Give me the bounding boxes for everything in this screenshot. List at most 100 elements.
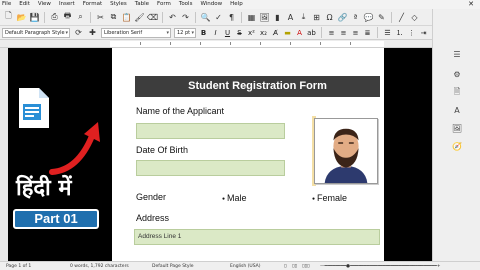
- insert-textbox-icon[interactable]: A: [285, 12, 296, 23]
- language: English (USA): [230, 264, 261, 269]
- spelling-icon[interactable]: ✓: [213, 12, 224, 23]
- new-style-icon[interactable]: ✚: [87, 27, 98, 38]
- ruler-tick: [350, 42, 351, 45]
- ordered-list-icon[interactable]: ⒈: [395, 28, 404, 38]
- female-label: Female: [317, 193, 348, 203]
- clear-formatting-icon[interactable]: ⌫: [147, 12, 158, 23]
- font-size-select[interactable]: 12 pt ▾: [174, 27, 196, 38]
- radio-button-icon: ●: [312, 195, 316, 202]
- sidebar-deck: ☰ ⚙ 🗎 A 🖼 🧭: [432, 9, 480, 261]
- menu-edit[interactable]: Edit: [19, 0, 30, 9]
- italic-icon[interactable]: I: [211, 29, 220, 37]
- applicant-photo[interactable]: [314, 118, 378, 184]
- page-style: Default Page Style: [152, 264, 194, 269]
- insert-table-icon[interactable]: ▦: [246, 12, 257, 23]
- sidebar-menu-icon[interactable]: ☰: [451, 49, 463, 60]
- menu-help[interactable]: Help: [230, 0, 243, 9]
- styles-icon[interactable]: A: [451, 105, 463, 116]
- save-icon[interactable]: 💾: [29, 12, 40, 23]
- outline-icon[interactable]: ⋮: [407, 29, 416, 37]
- character-highlight-icon[interactable]: ab: [307, 29, 316, 37]
- vertical-ruler[interactable]: [0, 48, 8, 261]
- red-arrow-icon: [49, 122, 100, 175]
- highlight-icon[interactable]: ▬: [283, 29, 292, 37]
- special-character-icon[interactable]: Ω: [324, 12, 335, 23]
- comment-icon[interactable]: 💬: [363, 12, 374, 23]
- view-layout-icon[interactable]: ▯▯: [292, 264, 297, 269]
- view-layout-icon[interactable]: ▯: [284, 264, 286, 269]
- paste-icon[interactable]: 📋: [121, 12, 132, 23]
- redo-icon[interactable]: ↷: [180, 12, 191, 23]
- undo-icon[interactable]: ↶: [167, 12, 178, 23]
- track-changes-icon[interactable]: ✎: [376, 12, 387, 23]
- clone-formatting-icon[interactable]: 🖌: [134, 12, 145, 23]
- cut-icon[interactable]: ✂: [95, 12, 106, 23]
- footnote-icon[interactable]: ª: [350, 12, 361, 23]
- strikethrough-icon[interactable]: S: [235, 29, 244, 37]
- print-icon[interactable]: 🖶: [62, 11, 73, 23]
- align-right-icon[interactable]: ≡: [351, 29, 360, 37]
- new-document-icon[interactable]: 🗋: [3, 11, 14, 23]
- insert-chart-icon[interactable]: ▮: [272, 12, 283, 23]
- update-style-icon[interactable]: ⟳: [73, 27, 84, 38]
- address-line1-placeholder: Address Line 1: [138, 233, 182, 240]
- part-badge: Part 01: [13, 209, 99, 229]
- formatting-marks-icon[interactable]: ¶: [226, 12, 237, 23]
- superscript-icon[interactable]: x²: [247, 29, 256, 37]
- font-name-select[interactable]: Liberation Serif ▾: [101, 27, 171, 38]
- close-document-icon[interactable]: ✕: [468, 0, 474, 9]
- align-center-icon[interactable]: ≡: [339, 29, 348, 37]
- ruler-tick: [200, 42, 201, 45]
- status-bar: Page 1 of 1 0 words, 1,792 characters De…: [0, 261, 480, 270]
- export-pdf-icon[interactable]: ⎙: [49, 12, 60, 23]
- properties-icon[interactable]: ⚙: [451, 69, 463, 80]
- chevron-down-icon: ▾: [65, 29, 68, 36]
- applicant-name-field[interactable]: [136, 123, 285, 139]
- paragraph-style-select[interactable]: Default Paragraph Style ▾: [2, 27, 70, 38]
- toolbar-separator: [195, 11, 196, 23]
- font-color-icon[interactable]: A: [295, 29, 304, 37]
- open-folder-icon[interactable]: 📂: [16, 12, 27, 23]
- gender-female-option[interactable]: ● Female: [312, 193, 347, 203]
- view-layout-icon[interactable]: ▯▯▯: [302, 264, 309, 269]
- find-replace-icon[interactable]: 🔍: [200, 12, 211, 23]
- insert-image-icon[interactable]: 🖼: [259, 12, 270, 23]
- navigator-icon[interactable]: 🧭: [451, 141, 463, 152]
- gallery-icon[interactable]: 🖼: [451, 123, 463, 134]
- bold-icon[interactable]: B: [199, 29, 208, 37]
- align-left-icon[interactable]: ≡: [327, 29, 336, 37]
- basic-shapes-icon[interactable]: ◇: [409, 12, 420, 23]
- chevron-down-icon: ▾: [191, 29, 194, 36]
- male-label: Male: [227, 193, 247, 203]
- menu-form[interactable]: Form: [157, 0, 171, 9]
- document-background: [384, 48, 432, 261]
- address-line1-field[interactable]: Address Line 1: [134, 229, 380, 245]
- clear-direct-formatting-icon[interactable]: A̸: [271, 29, 280, 37]
- print-preview-icon[interactable]: ⌕: [75, 12, 86, 23]
- increase-indent-icon[interactable]: ⇥: [419, 29, 428, 37]
- page-icon[interactable]: 🗎: [451, 87, 463, 98]
- unordered-list-icon[interactable]: ☰: [383, 29, 392, 37]
- menu-format[interactable]: Format: [83, 0, 102, 9]
- menu-file[interactable]: File: [2, 0, 11, 9]
- menu-table[interactable]: Table: [135, 0, 149, 9]
- gender-male-option[interactable]: ● Male: [222, 193, 247, 203]
- hyperlink-icon[interactable]: 🔗: [337, 12, 348, 23]
- zoom-slider-icon[interactable]: —━━━━━━━━●━━━━━━━━━━━━━━━━━━━━━━━━━━━━━━…: [320, 264, 441, 269]
- insert-page-break-icon[interactable]: ⤓: [298, 12, 309, 23]
- date-of-birth-field[interactable]: [136, 160, 285, 176]
- menu-window[interactable]: Window: [200, 0, 222, 9]
- menu-styles[interactable]: Styles: [110, 0, 127, 9]
- subscript-icon[interactable]: x₂: [259, 29, 268, 37]
- justify-icon[interactable]: ≣: [363, 29, 372, 37]
- menu-insert[interactable]: Insert: [59, 0, 75, 9]
- copy-icon[interactable]: ⧉: [108, 12, 119, 23]
- horizontal-ruler[interactable]: [0, 40, 480, 48]
- insert-field-icon[interactable]: ⊞: [311, 12, 322, 23]
- menu-view[interactable]: View: [38, 0, 51, 9]
- underline-icon[interactable]: U: [223, 29, 232, 37]
- formatting-toolbar: Default Paragraph Style ▾ ⟳ ✚ Liberation…: [0, 26, 480, 40]
- date-of-birth-label: Date Of Birth: [136, 145, 189, 155]
- draw-line-icon[interactable]: ╱: [396, 12, 407, 23]
- menu-tools[interactable]: Tools: [179, 0, 193, 9]
